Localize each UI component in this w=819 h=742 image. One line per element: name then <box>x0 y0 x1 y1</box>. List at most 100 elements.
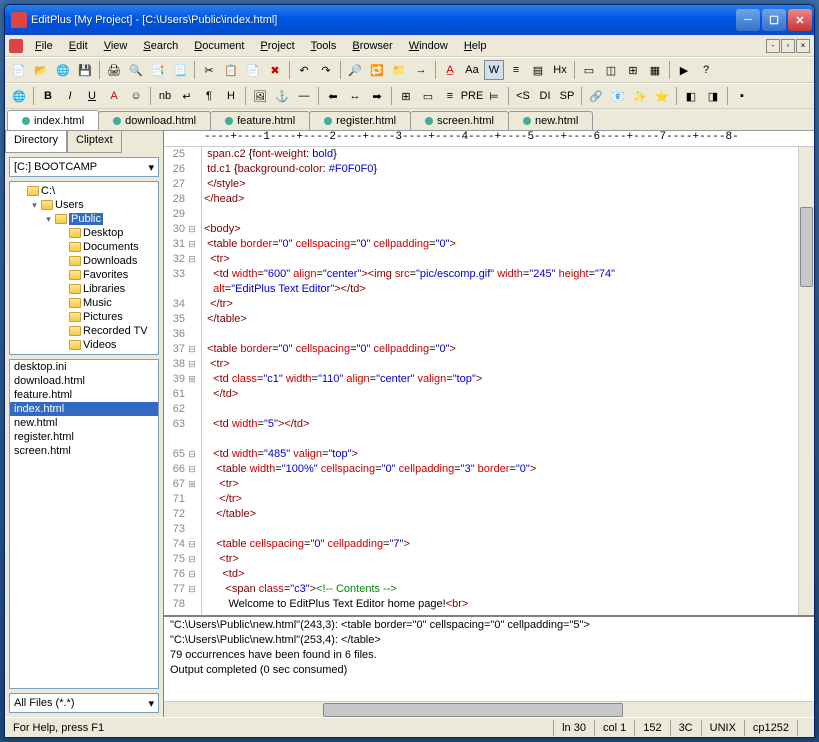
preview-icon[interactable]: 🔍 <box>126 60 146 80</box>
tree-node[interactable]: Documents <box>12 240 156 254</box>
delete-icon[interactable]: ✖ <box>265 60 285 80</box>
lines-icon[interactable]: ▤ <box>528 60 548 80</box>
file-item[interactable]: new.html <box>10 416 158 430</box>
mdi-close-button[interactable]: × <box>796 39 810 53</box>
color-icon[interactable]: A <box>104 86 124 106</box>
pre-icon[interactable]: PRE <box>462 86 482 106</box>
file-item[interactable]: register.html <box>10 430 158 444</box>
form-icon[interactable]: ▭ <box>418 86 438 106</box>
tree-node[interactable]: Recorded TV <box>12 324 156 338</box>
replace-icon[interactable]: 🔁 <box>367 60 387 80</box>
object2-icon[interactable]: ⭐ <box>652 86 672 106</box>
indent-icon[interactable]: ≡ <box>506 60 526 80</box>
code-text[interactable]: span.c2 {font-weight: bold} td.c1 {backg… <box>202 147 798 615</box>
tree-node[interactable]: ▾ Users <box>12 198 156 212</box>
help-icon[interactable]: ? <box>696 60 716 80</box>
list-icon[interactable]: ≡ <box>440 86 460 106</box>
redo-icon[interactable]: ↷ <box>316 60 336 80</box>
hr-icon[interactable]: — <box>294 86 314 106</box>
menu-search[interactable]: Search <box>135 38 186 54</box>
print-icon[interactable]: 🖨 <box>104 60 124 80</box>
cut-icon[interactable]: ✂ <box>199 60 219 80</box>
hex-icon[interactable]: Hx <box>550 60 570 80</box>
directory-tab[interactable]: Directory <box>5 131 67 153</box>
file-item[interactable]: screen.html <box>10 444 158 458</box>
tree-node[interactable]: Downloads <box>12 254 156 268</box>
file-item[interactable]: desktop.ini <box>10 360 158 374</box>
mdi-minimize-button[interactable]: - <box>766 39 780 53</box>
mdi-restore-button[interactable]: ▫ <box>781 39 795 53</box>
tree-node[interactable]: Favorites <box>12 268 156 282</box>
case-icon[interactable]: Aa <box>462 60 482 80</box>
goto-icon[interactable]: → <box>411 60 431 80</box>
menu-help[interactable]: Help <box>456 38 495 54</box>
para-icon[interactable]: ¶ <box>199 86 219 106</box>
div-icon[interactable]: DI <box>535 86 555 106</box>
wrap-icon[interactable]: W <box>484 60 504 80</box>
open-file-icon[interactable]: 📂 <box>31 60 51 80</box>
menu-project[interactable]: Project <box>252 38 302 54</box>
mail-icon[interactable]: 📧 <box>608 86 628 106</box>
search-icon[interactable]: 🔎 <box>345 60 365 80</box>
file-item[interactable]: index.html <box>10 402 158 416</box>
heading-icon[interactable]: H <box>221 86 241 106</box>
nbsp-icon[interactable]: nb <box>155 86 175 106</box>
anchor-icon[interactable]: ⚓ <box>272 86 292 106</box>
horizontal-scrollbar[interactable] <box>164 701 814 717</box>
tree-node[interactable]: Pictures <box>12 310 156 324</box>
tab-feature-html[interactable]: feature.html <box>210 111 310 130</box>
paste-icon[interactable]: 📄 <box>243 60 263 80</box>
drive-selector[interactable]: [C:] BOOTCAMP ▾ <box>9 157 159 177</box>
tree-node[interactable]: Libraries <box>12 282 156 296</box>
menu-edit[interactable]: Edit <box>61 38 96 54</box>
browser2-icon[interactable]: ◧ <box>681 86 701 106</box>
span-icon[interactable]: SP <box>557 86 577 106</box>
tree-node[interactable]: Videos <box>12 338 156 352</box>
output-panel[interactable]: "C:\Users\Public\new.html"(243,3): <tabl… <box>164 615 814 701</box>
menu-document[interactable]: Document <box>186 38 252 54</box>
script-icon[interactable]: <S <box>513 86 533 106</box>
image-icon[interactable]: 🖼 <box>250 86 270 106</box>
center-icon[interactable]: ↔ <box>345 86 365 106</box>
browser-icon[interactable]: 🌐 <box>9 86 29 106</box>
menu-view[interactable]: View <box>96 38 136 54</box>
cliptext-tab[interactable]: Cliptext <box>67 131 122 153</box>
italic-icon[interactable]: I <box>60 86 80 106</box>
open-remote-icon[interactable]: 🌐 <box>53 60 73 80</box>
minimize-button[interactable]: ─ <box>736 9 760 31</box>
scrollbar-thumb[interactable] <box>323 703 623 717</box>
bold-icon[interactable]: B <box>38 86 58 106</box>
line-gutter[interactable]: 25 26 27 28 29 30 ⊟31 ⊟32 ⊟33 34 35 36 3… <box>164 147 202 615</box>
page-icon[interactable]: 📑 <box>148 60 168 80</box>
view3-icon[interactable]: ⊞ <box>623 60 643 80</box>
new-file-icon[interactable]: 📄 <box>9 60 29 80</box>
menu-window[interactable]: Window <box>401 38 456 54</box>
folder-tree[interactable]: C:\▾ Users▾ Public Desktop Documents Dow… <box>9 181 159 355</box>
code-area[interactable]: 25 26 27 28 29 30 ⊟31 ⊟32 ⊟33 34 35 36 3… <box>164 147 814 615</box>
tree-node[interactable]: ▾ Public <box>12 212 156 226</box>
break-icon[interactable]: ↵ <box>177 86 197 106</box>
left-icon[interactable]: ⬅ <box>323 86 343 106</box>
undo-icon[interactable]: ↶ <box>294 60 314 80</box>
save-icon[interactable]: 💾 <box>75 60 95 80</box>
right-icon[interactable]: ➡ <box>367 86 387 106</box>
tree-node[interactable]: Desktop <box>12 226 156 240</box>
tree-node[interactable]: Music <box>12 296 156 310</box>
file-item[interactable]: feature.html <box>10 388 158 402</box>
scrollbar-thumb[interactable] <box>800 207 813 287</box>
font-icon[interactable]: A̲ <box>440 60 460 80</box>
file-item[interactable]: download.html <box>10 374 158 388</box>
tab-index-html[interactable]: index.html <box>7 110 99 130</box>
menu-file[interactable]: File <box>27 38 61 54</box>
tree-node[interactable]: C:\ <box>12 184 156 198</box>
titlebar[interactable]: EditPlus [My Project] - [C:\Users\Public… <box>5 5 814 35</box>
browser3-icon[interactable]: ◨ <box>703 86 723 106</box>
tab-download-html[interactable]: download.html <box>98 111 211 130</box>
terminal-icon[interactable]: ▪ <box>732 86 752 106</box>
view1-icon[interactable]: ▭ <box>579 60 599 80</box>
table-icon[interactable]: ⊞ <box>396 86 416 106</box>
tab-screen-html[interactable]: screen.html <box>410 111 509 130</box>
close-button[interactable]: ✕ <box>788 9 812 31</box>
find-files-icon[interactable]: 📁 <box>389 60 409 80</box>
vertical-scrollbar[interactable] <box>798 147 814 615</box>
